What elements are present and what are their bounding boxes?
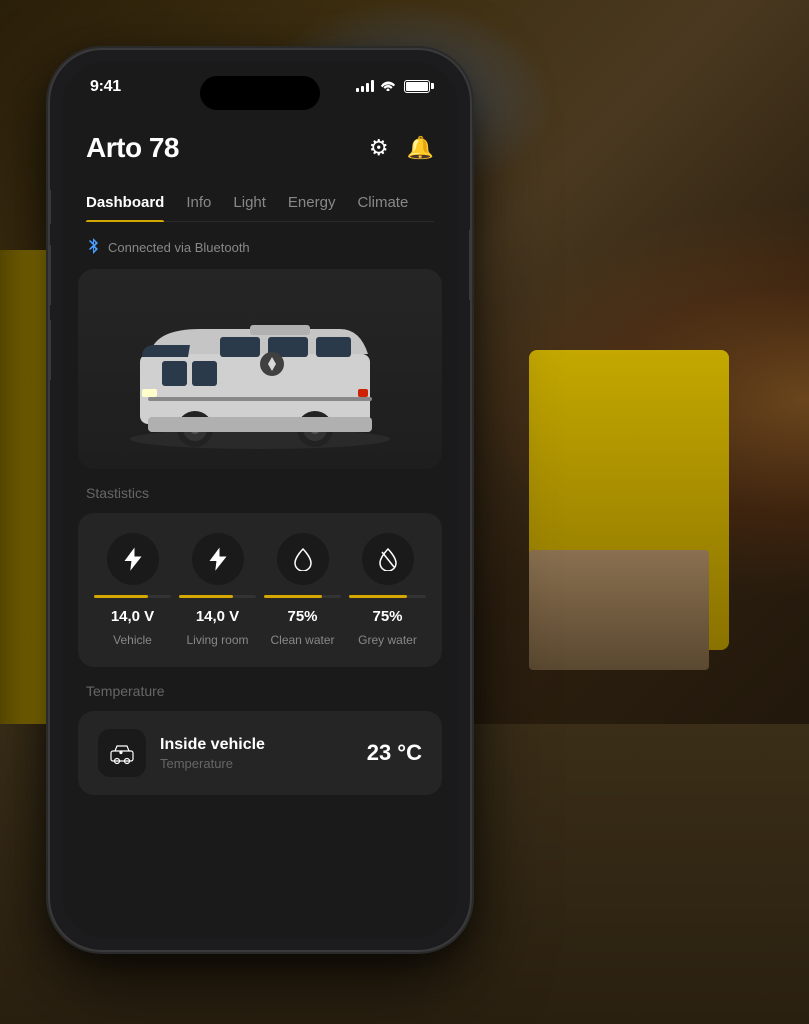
temp-left: ° Inside vehicle Temperature [98, 729, 265, 777]
stat-cleanwater-label: Clean water [270, 633, 334, 647]
bluetooth-text: Connected via Bluetooth [108, 240, 250, 255]
temperature-label: Temperature [78, 683, 442, 699]
stat-greywater-label: Grey water [358, 633, 417, 647]
header-row: Arto 78 ⚙ 🔔 [86, 132, 434, 164]
tab-energy[interactable]: Energy [288, 184, 336, 221]
vehicle-image-area [78, 269, 442, 469]
temp-value: 23 °C [367, 740, 422, 766]
rv-illustration [120, 289, 400, 449]
temp-info: Inside vehicle Temperature [160, 736, 265, 771]
silent-button [50, 190, 51, 224]
battery-fill [406, 82, 428, 91]
phone: 9:41 [50, 50, 470, 950]
stat-livingroom-value: 14,0 V [196, 608, 239, 625]
temp-info-title: Inside vehicle [160, 736, 265, 754]
stat-vehicle-label: Vehicle [113, 633, 152, 647]
status-icons [356, 78, 430, 94]
table-right [529, 550, 709, 670]
stat-vehicle-value: 14,0 V [111, 608, 154, 625]
volume-down-button [50, 320, 51, 380]
bluetooth-icon [86, 238, 100, 257]
signal-icon [356, 80, 374, 92]
stat-livingroom-bar [179, 595, 256, 598]
temp-info-sub: Temperature [160, 756, 265, 771]
nav-tabs: Dashboard Info Light Energy Climate [86, 184, 434, 222]
stat-greywater-bar [349, 595, 426, 598]
tab-climate[interactable]: Climate [357, 184, 408, 221]
wifi-icon [380, 78, 396, 94]
app-content[interactable]: 9:41 [62, 62, 458, 938]
stat-livingroom-label: Living room [186, 633, 248, 647]
temperature-card[interactable]: ° Inside vehicle Temperature 23 °C [78, 711, 442, 795]
notification-icon[interactable]: 🔔 [407, 135, 434, 161]
statistics-label: Stastistics [62, 485, 458, 501]
power-button [469, 230, 470, 300]
tab-dashboard[interactable]: Dashboard [86, 184, 164, 221]
stat-cleanwater-icon [277, 533, 329, 585]
stat-greywater-value: 75% [372, 608, 402, 625]
stat-cleanwater-value: 75% [287, 608, 317, 625]
header-actions: ⚙ 🔔 [369, 135, 434, 161]
volume-up-button [50, 245, 51, 305]
svg-text:°: ° [120, 752, 123, 758]
stat-cleanwater-bar [264, 595, 341, 598]
stat-vehicle-icon [107, 533, 159, 585]
phone-screen: 9:41 [62, 62, 458, 938]
tab-light[interactable]: Light [233, 184, 266, 221]
stat-vehicle-bar [94, 595, 171, 598]
phone-shell: 9:41 [50, 50, 470, 950]
settings-icon[interactable]: ⚙ [369, 135, 389, 161]
stat-vehicle: 14,0 V Vehicle [94, 533, 171, 647]
stat-livingroom-icon [192, 533, 244, 585]
status-time: 9:41 [90, 78, 121, 96]
tab-info[interactable]: Info [186, 184, 211, 221]
stat-greywater-icon [362, 533, 414, 585]
stat-greywater: 75% Grey water [349, 533, 426, 647]
stats-grid: 14,0 V Vehicle 14,0 V [78, 513, 442, 667]
bluetooth-status: Connected via Bluetooth [62, 238, 458, 257]
stat-cleanwater: 75% Clean water [264, 533, 341, 647]
temperature-section: Temperature [62, 683, 458, 815]
vehicle-title: Arto 78 [86, 132, 179, 164]
stat-livingroom: 14,0 V Living room [179, 533, 256, 647]
battery-icon [404, 80, 430, 93]
temp-icon: ° [98, 729, 146, 777]
dynamic-island [200, 76, 320, 110]
